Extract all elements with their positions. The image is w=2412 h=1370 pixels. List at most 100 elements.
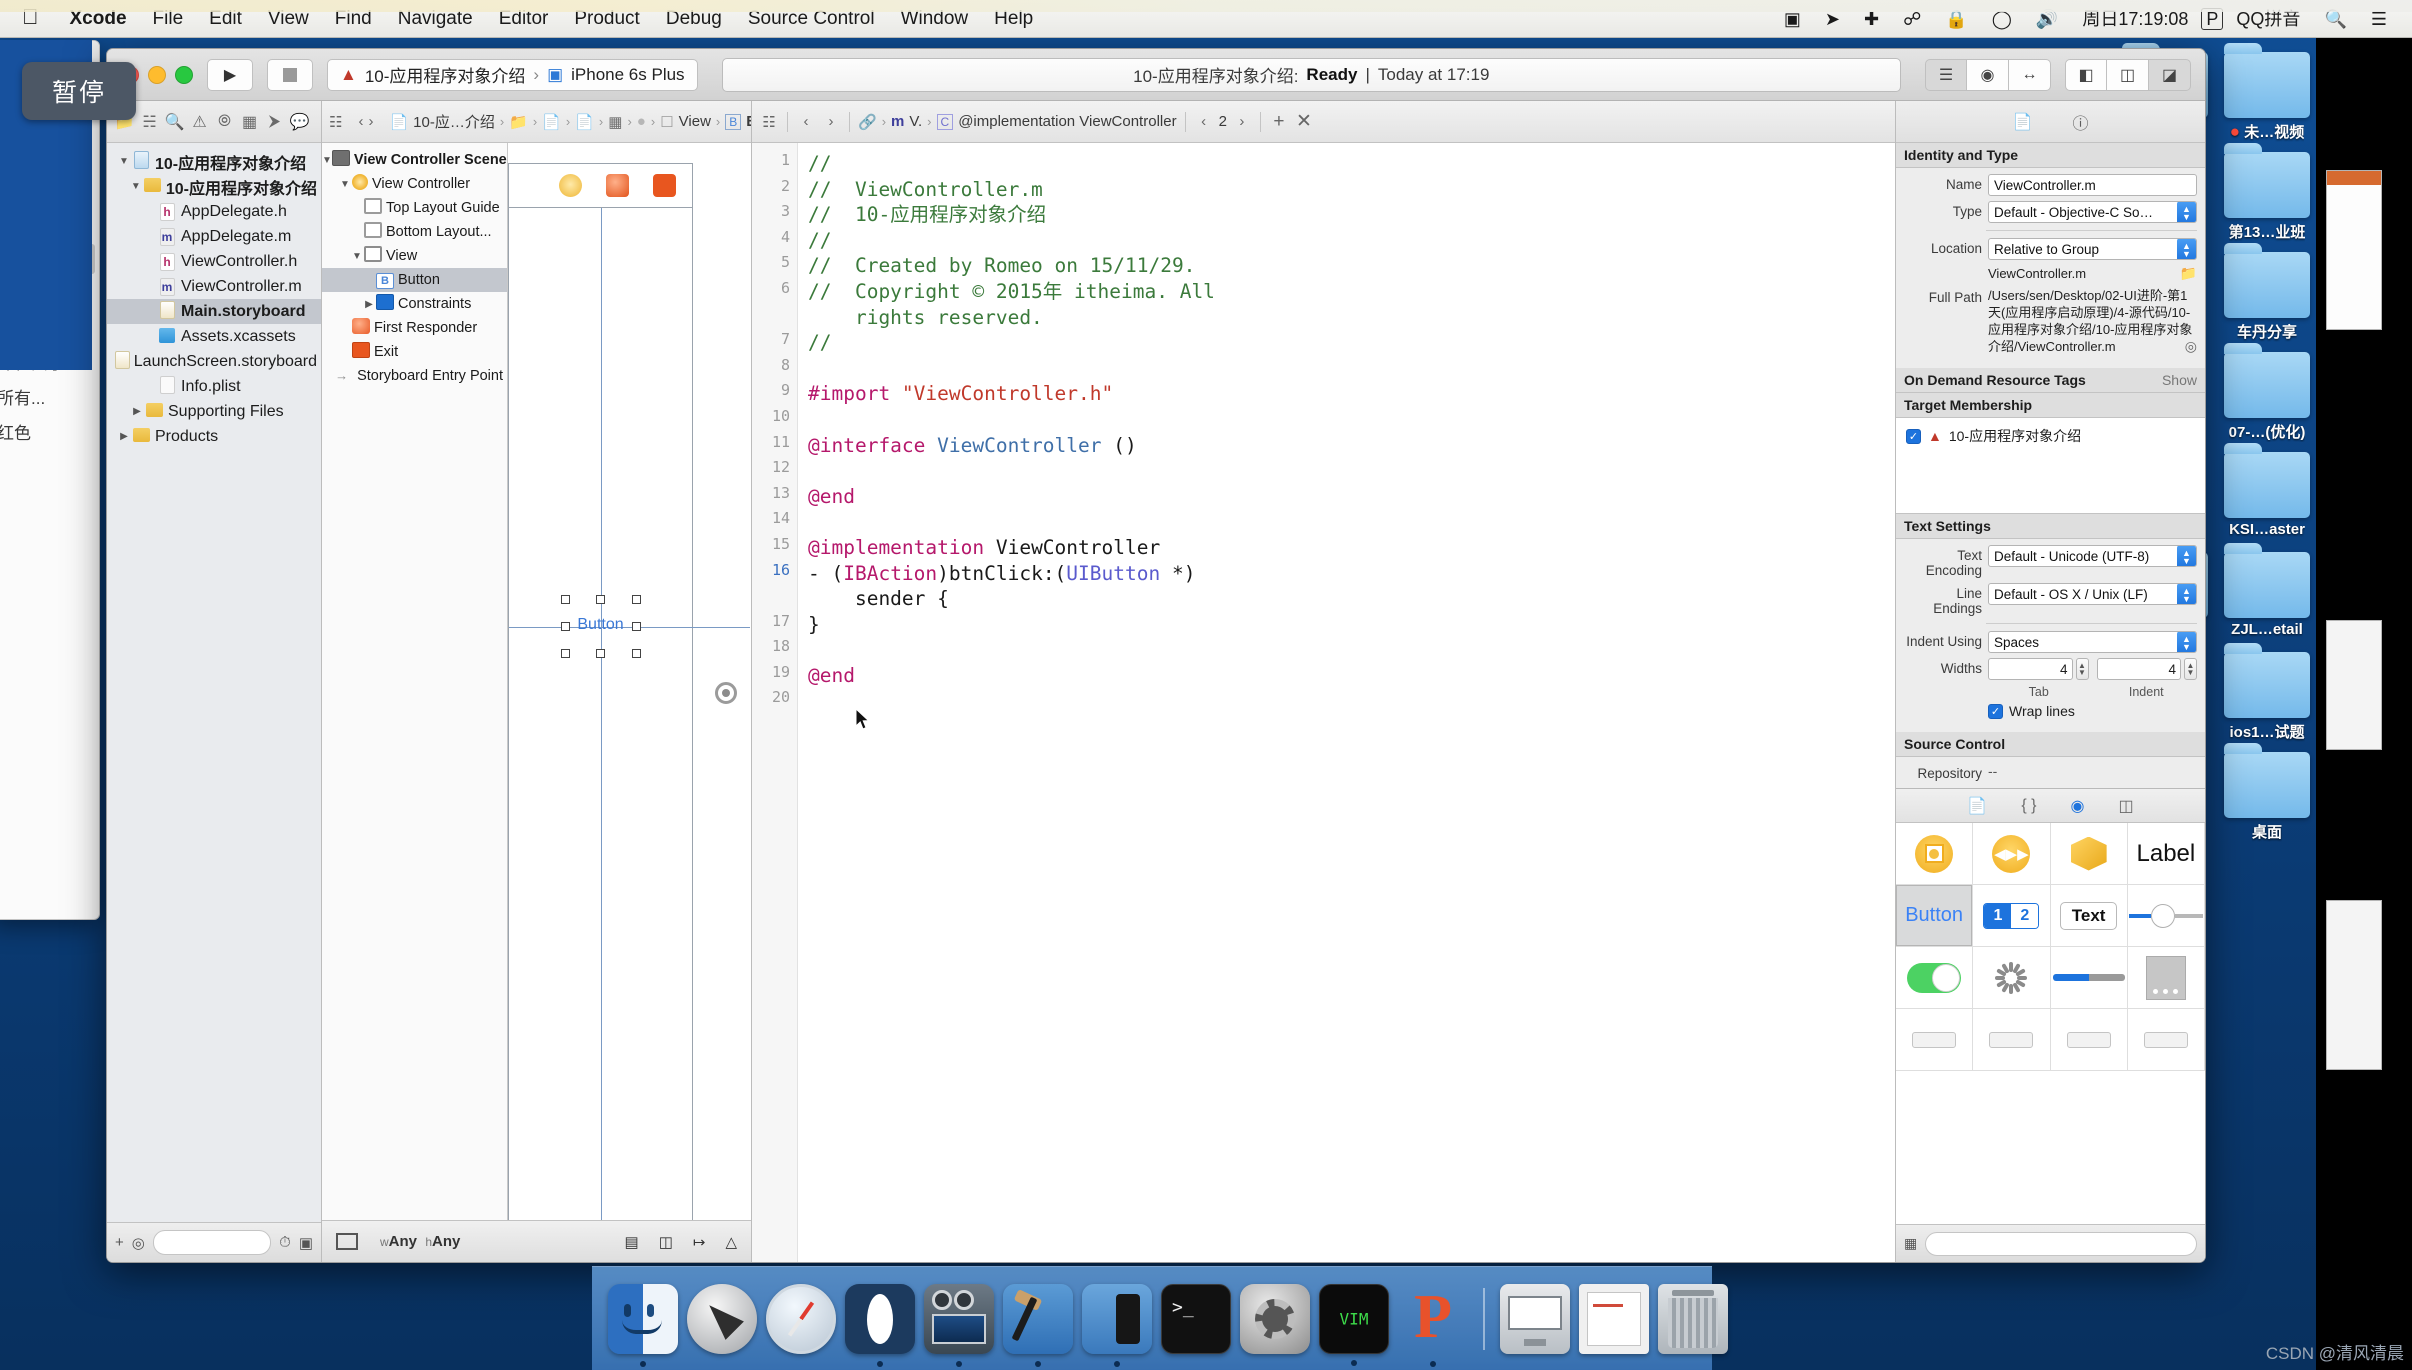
identity-and-type-body[interactable]: Name ViewController.m Type Default - Obj… (1896, 168, 2205, 368)
object-library-icon[interactable]: ◉ (2070, 796, 2084, 816)
code-line[interactable]: // (808, 330, 1895, 356)
library-item-table-view-object[interactable] (2127, 1009, 2205, 1071)
volume-icon[interactable]: 🔊 (2025, 0, 2069, 38)
background-window-peek-2[interactable] (2326, 620, 2382, 750)
outline-row[interactable]: B Button (322, 268, 507, 292)
code-editor-area[interactable]: 1 2 3 4 5 6 7 8 9 10 11 12 13 14 15 16 17 18 19 20 //// Vie… (752, 143, 1895, 1262)
dock-item-safari[interactable] (766, 1283, 836, 1354)
utilities-inspector-pane[interactable]: 📄 ⓘ Identity and Type Name ViewControlle… (1895, 101, 2205, 1262)
storyboard-icon[interactable]: 📄 (542, 113, 561, 131)
file-tree-row[interactable]: ▶ Supporting Files (107, 399, 321, 424)
find-navigator-icon[interactable]: 🔍 (163, 110, 186, 133)
location-popup[interactable]: Relative to Group ▲ ▼ (1988, 238, 2197, 260)
menu-item-navigate[interactable]: Navigate (385, 0, 486, 38)
mac-menu-bar[interactable]:  Xcode File Edit View Find Navigate Edi… (0, 0, 2412, 38)
lock-icon[interactable]: 🔒 (1934, 0, 1978, 38)
scene-doc-icon[interactable]: 📄 (575, 113, 594, 131)
constraints-stack-icon[interactable]: ▤ (625, 1233, 639, 1251)
indent-width-stepper[interactable]: ▲ ▼ (2184, 658, 2197, 680)
source-code-text[interactable]: //// ViewController.m// 10-应用程序对象介绍//// … (798, 143, 1895, 1262)
dock-item-launchpad[interactable] (687, 1283, 757, 1354)
navigator-pane[interactable]: 📁 ☵ 🔍 ⚠ ⦾ ▦ ⮞ 💬 ▼ 10-应用程序对象介绍 ▼ 10-应用程序对象介绍… (107, 101, 322, 1262)
file-tree-row[interactable]: h AppDelegate.h (107, 199, 321, 224)
file-template-library-icon[interactable]: 📄 (1967, 796, 1987, 816)
view-controller-icon[interactable]: ● (637, 113, 646, 130)
close-x-icon[interactable]: ✕ (1294, 110, 1314, 133)
folder-icon[interactable]: 📁 (509, 113, 528, 131)
desktop-icon[interactable]: 桌面 (2218, 743, 2316, 842)
reveal-in-finder-icon[interactable]: ◎ (2185, 338, 2197, 355)
show-debug-area-icon[interactable]: ◫ (2107, 58, 2149, 91)
input-source-badge[interactable]: P (2201, 7, 2224, 30)
wifi-icon[interactable]: ◯ (1981, 0, 2023, 38)
outline-row[interactable]: Top Layout Guide (322, 196, 507, 220)
assistant-editor-icon[interactable]: ◉ (1967, 58, 2009, 91)
plus-icon[interactable]: + (1269, 111, 1289, 133)
file-tree-row[interactable]: m AppDelegate.m (107, 224, 321, 249)
type-popup[interactable]: Default - Objective-C So… ▲ ▼ (1988, 201, 2197, 223)
breadcrumb-button[interactable]: Button (746, 113, 751, 130)
filter-icon[interactable]: ◎ (132, 1234, 145, 1252)
disclosure-triangle-icon[interactable]: ▼ (117, 156, 131, 167)
exit-icon[interactable] (653, 174, 676, 197)
name-field[interactable]: ViewController.m (1988, 174, 2197, 196)
library-item-page-control-object[interactable] (2127, 947, 2205, 1009)
document-outline[interactable]: ▼ View Controller Scene ▼ View Controller To… (322, 143, 508, 1220)
resize-handle-mr[interactable] (631, 622, 641, 631)
tab-width-field[interactable]: 4 (1988, 658, 2073, 680)
file-tree-row[interactable]: LaunchScreen.storyboard (107, 349, 321, 374)
file-tree-row[interactable]: h ViewController.h (107, 249, 321, 274)
location-icon[interactable]: ➤ (1814, 0, 1851, 38)
editor-mode-segmented-control[interactable]: ☰ ◉ ↔ (1925, 58, 2051, 91)
library-item-button-object[interactable]: Button (1896, 885, 1974, 947)
target-membership-item[interactable]: ✓ ▲ 10-应用程序对象介绍 (1904, 422, 2197, 450)
view-controller-icon[interactable] (559, 174, 582, 197)
outline-row[interactable]: Bottom Layout... (322, 220, 507, 244)
desktop-icon[interactable]: 第13…业班 (2218, 143, 2316, 242)
library-item-text-field-object[interactable]: Text (2050, 885, 2128, 947)
wrap-lines-row[interactable]: ✓ Wrap lines (1904, 703, 2197, 719)
library-item-view-controller-object[interactable] (1896, 823, 1974, 885)
grid-layout-icon[interactable]: ▦ (1904, 1235, 1917, 1252)
finder-sidebar-item[interactable]: 红色 (0, 414, 95, 449)
counter-prev-icon[interactable]: ‹ (1194, 113, 1214, 130)
code-line[interactable]: // Created by Romeo on 15/11/29. (808, 253, 1895, 279)
breadcrumb-file[interactable]: V. (909, 113, 922, 130)
chevron-updown-icon[interactable]: ▲ ▼ (2177, 546, 2196, 566)
minimize-window-button[interactable] (148, 65, 166, 84)
code-line[interactable] (808, 458, 1895, 484)
library-item-navigation-controller-object[interactable]: ◀▶▶ (1973, 823, 2051, 885)
breadcrumb-view[interactable]: View (679, 113, 711, 130)
menu-item-product[interactable]: Product (561, 0, 652, 38)
dock-item-displays[interactable] (1500, 1283, 1570, 1354)
quick-help-icon[interactable]: ⓘ (2072, 110, 2088, 134)
related-items-icon[interactable]: ☷ (329, 113, 342, 131)
disclosure-triangle-icon[interactable]: ▶ (362, 299, 376, 310)
code-line[interactable] (808, 509, 1895, 535)
indent-width-field[interactable]: 4 (2096, 658, 2181, 680)
library-item-switch-object[interactable] (1896, 947, 1974, 1009)
code-line[interactable]: // 10-应用程序对象介绍 (808, 202, 1895, 228)
text-settings-body[interactable]: Text Encoding Default - Unicode (UTF-8) ▲… (1896, 539, 2205, 732)
test-navigator-icon[interactable]: ⦾ (213, 110, 236, 133)
file-tree-row[interactable]: m ViewController.m (107, 274, 321, 299)
size-class-selector[interactable]: wAny hAny (380, 1233, 460, 1250)
disclosure-triangle-icon[interactable]: ▶ (117, 431, 131, 442)
dock-item-xcode[interactable] (1003, 1283, 1073, 1367)
dock-item-mail[interactable] (845, 1283, 915, 1367)
code-snippet-library-icon[interactable]: { } (2021, 797, 2036, 815)
scheme-destination-selector[interactable]: ▲ 10-应用程序对象介绍 › ▣ iPhone 6s Plus (327, 58, 698, 91)
disclosure-triangle-icon[interactable]: ▶ (130, 406, 144, 417)
desktop-icon[interactable]: ios1…试题 (2218, 643, 2316, 742)
navigator-tab-bar[interactable]: 📁 ☵ 🔍 ⚠ ⦾ ▦ ⮞ 💬 (107, 101, 321, 143)
library-search-field[interactable] (1925, 1231, 2197, 1256)
library-item-stepper-object[interactable] (1896, 1009, 1974, 1071)
library-footer[interactable]: ▦ (1896, 1224, 2205, 1262)
media-library-icon[interactable]: ◫ (2118, 796, 2133, 816)
selected-button-in-canvas[interactable]: Button (560, 595, 641, 658)
outline-row[interactable]: ▼ View Controller Scene (322, 148, 507, 172)
library-item-vertical-stack-object[interactable] (2050, 1009, 2128, 1071)
input-method-label[interactable]: QQ拼音 (2225, 0, 2311, 38)
outline-row[interactable]: First Responder (322, 316, 507, 340)
outline-row[interactable]: Exit (322, 340, 507, 364)
